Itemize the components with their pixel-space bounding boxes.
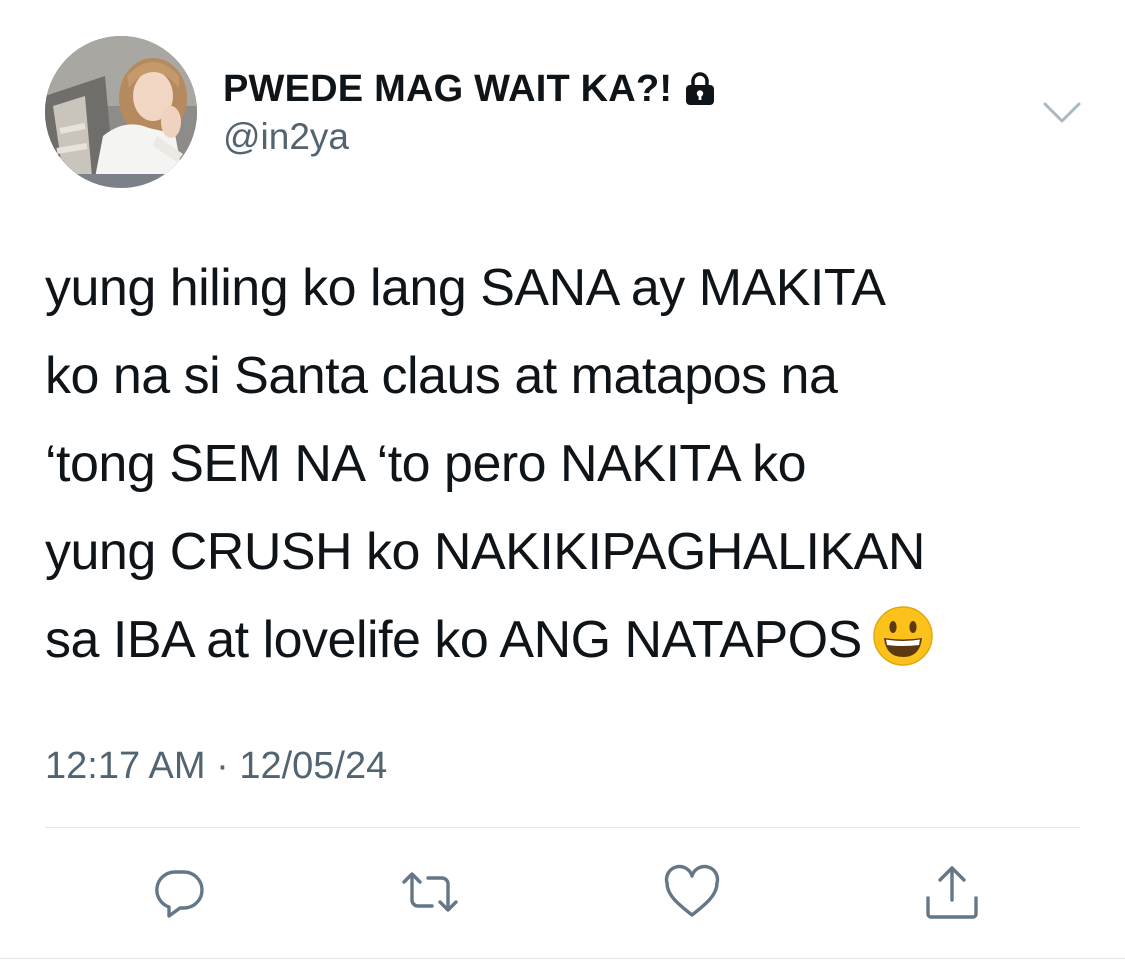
avatar[interactable] — [45, 36, 197, 188]
author-handle[interactable]: @in2ya — [223, 116, 349, 158]
meta-separator: · — [216, 745, 229, 787]
display-name[interactable]: PWEDE MAG WAIT KA?! — [223, 68, 672, 111]
grinning-face-emoji — [872, 605, 934, 667]
tweet-text-line: ko na si Santa claus at matapos na — [45, 347, 838, 405]
share-button[interactable] — [920, 860, 984, 924]
retweet-icon — [402, 872, 458, 912]
heart-icon — [664, 864, 720, 917]
tweet-text-line: sa IBA at lovelife ko ANG NATAPOS — [45, 611, 862, 669]
tweet-text-line: yung hiling ko lang SANA ay MAKITA — [45, 259, 886, 317]
retweet-button[interactable] — [398, 860, 462, 924]
tweet-date: 12/05/24 — [239, 745, 388, 787]
tweet-timestamp[interactable]: 12:17 AM · 12/05/24 — [45, 745, 387, 788]
tweet-time: 12:17 AM — [45, 745, 206, 787]
tweet-text-line: ‘tong SEM NA ‘to pero NAKITA ko — [45, 435, 807, 493]
reply-icon — [155, 870, 204, 918]
share-icon — [926, 866, 978, 919]
chevron-down-icon[interactable] — [1041, 96, 1083, 132]
tweet-text-line: yung CRUSH ko NAKIKIPAGHALIKAN — [45, 523, 925, 581]
divider — [45, 827, 1080, 828]
bottom-divider — [0, 958, 1125, 959]
lock-icon — [681, 70, 719, 108]
avatar-image — [45, 36, 197, 188]
author-name-row[interactable]: PWEDE MAG WAIT KA?! — [223, 66, 719, 112]
tweet-text: yung hiling ko lang SANA ay MAKITA ko na… — [45, 244, 1105, 684]
like-button[interactable] — [660, 860, 724, 924]
reply-button[interactable] — [147, 860, 211, 924]
